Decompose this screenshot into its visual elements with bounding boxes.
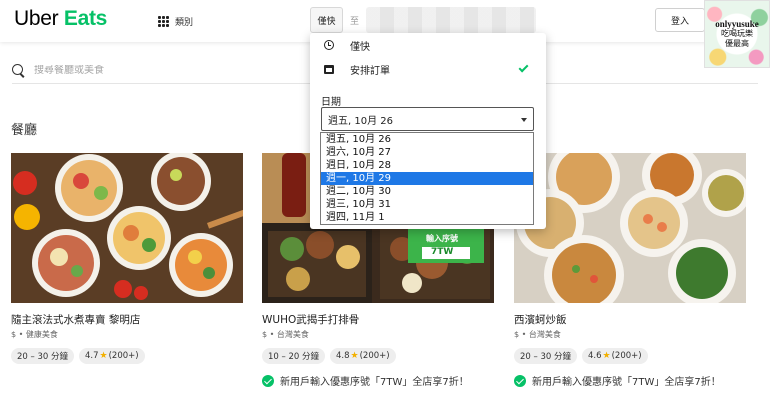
date-label: 日期 xyxy=(321,97,341,108)
logo-eats-text: Eats xyxy=(63,7,108,30)
review-count: (200+) xyxy=(108,351,139,361)
offer-line: 新用戶輸入優惠序號「7TW」全店享7折！ xyxy=(262,373,494,388)
uber-eats-logo[interactable]: Uber Eats xyxy=(14,7,107,31)
promo-overlay-title: 輸入序號 xyxy=(426,234,458,243)
restaurant-meta: 20 – 30 分鐘 4.7 ★ (200+) xyxy=(11,348,243,364)
food-bowls-image xyxy=(11,153,243,303)
watermark-line-3: 優最高 xyxy=(725,39,749,48)
restaurant-photo[interactable] xyxy=(514,153,746,303)
promo-overlay-code: 7TW xyxy=(431,247,454,257)
restaurant-meta: 20 – 30 分鐘 4.6 ★ (200+) xyxy=(514,348,746,364)
star-icon: ★ xyxy=(99,351,108,361)
rating-chip: 4.6 ★ (200+) xyxy=(582,348,648,364)
rating-value: 4.8 xyxy=(336,351,350,361)
date-option[interactable]: 週四, 11月 1 xyxy=(321,211,533,224)
clock-icon xyxy=(324,40,334,50)
category-button[interactable]: 類別 xyxy=(158,13,193,29)
date-options-list[interactable]: 週五, 10月 26 週六, 10月 27 週日, 10月 28 週一, 10月 29… xyxy=(320,132,534,225)
check-circle-icon xyxy=(262,374,274,387)
review-count: (200+) xyxy=(359,351,390,361)
restaurant-category: $ • 健康美食 xyxy=(11,330,58,339)
offer-line: 新用戶輸入優惠序號「7TW」全店享7折！ xyxy=(514,373,746,388)
restaurant-name[interactable]: WUHO武揭手打排骨 xyxy=(262,312,494,327)
restaurant-name[interactable]: 西濱蚵炒飯 xyxy=(514,312,746,327)
restaurant-name[interactable]: 隨主滾法式水煮專賣 黎明店 xyxy=(11,312,243,327)
option-schedule-order[interactable]: 安排訂單 xyxy=(324,60,532,78)
rating-value: 4.7 xyxy=(85,351,99,361)
restaurant-card[interactable]: 隨主滾法式水煮專賣 黎明店 $ • 健康美食 20 – 30 分鐘 4.7 ★ … xyxy=(11,153,243,364)
address-field-blurred[interactable] xyxy=(366,7,536,33)
star-icon: ★ xyxy=(350,351,359,361)
eta-chip: 20 – 30 分鐘 xyxy=(11,348,74,364)
star-icon: ★ xyxy=(602,351,611,361)
date-option[interactable]: 週六, 10月 27 xyxy=(321,146,533,159)
date-select-value: 週五, 10月 26 xyxy=(328,115,393,127)
restaurant-category: $ • 台灣美食 xyxy=(262,330,309,339)
eta-chip: 10 – 20 分鐘 xyxy=(262,348,325,364)
option-now-label: 僅快 xyxy=(350,41,370,53)
date-select[interactable]: 週五, 10月 26 xyxy=(321,107,534,131)
logo-uber-text: Uber xyxy=(14,7,59,30)
restaurant-photo[interactable] xyxy=(11,153,243,303)
eta-chip: 20 – 30 分鐘 xyxy=(514,348,577,364)
restaurant-category: $ • 台灣美食 xyxy=(514,330,561,339)
date-option[interactable]: 週一, 10月 29 xyxy=(321,172,533,185)
search-icon xyxy=(12,63,26,78)
watermark-line-2: 吃喝玩樂 xyxy=(721,29,753,38)
date-option[interactable]: 週三, 10月 31 xyxy=(321,198,533,211)
date-option[interactable]: 週二, 10月 30 xyxy=(321,185,533,198)
search-input[interactable] xyxy=(34,65,314,76)
restaurant-card[interactable]: 西濱蚵炒飯 $ • 台灣美食 20 – 30 分鐘 4.6 ★ (200+) 新… xyxy=(514,153,746,388)
review-count: (200+) xyxy=(611,351,642,361)
offer-text: 新用戶輸入優惠序號「7TW」全店享7折！ xyxy=(532,377,721,388)
watermark-line-1: onlyyusuke xyxy=(715,19,759,29)
check-circle-icon xyxy=(514,374,526,387)
delivery-time-button[interactable]: 僅快 xyxy=(310,7,343,33)
grid-icon xyxy=(158,15,169,27)
offer-text: 新用戶輸入優惠序號「7TW」全店享7折！ xyxy=(280,377,469,388)
rating-value: 4.6 xyxy=(588,351,602,361)
category-label: 類別 xyxy=(175,17,194,28)
section-title: 餐廳 xyxy=(11,123,38,138)
rating-chip: 4.7 ★ (200+) xyxy=(79,348,145,364)
to-label: 至 xyxy=(350,17,360,27)
date-option[interactable]: 週日, 10月 28 xyxy=(321,159,533,172)
restaurant-meta: 10 – 20 分鐘 4.8 ★ (200+) xyxy=(262,348,494,364)
checkmark-icon xyxy=(518,62,529,73)
rating-chip: 4.8 ★ (200+) xyxy=(330,348,396,364)
option-deliver-now[interactable]: 僅快 xyxy=(324,36,532,54)
caret-down-icon xyxy=(521,118,527,122)
calendar-icon xyxy=(324,64,334,74)
option-schedule-label: 安排訂單 xyxy=(350,65,390,77)
date-option[interactable]: 週五, 10月 26 xyxy=(321,133,533,146)
fried-rice-table-image xyxy=(514,153,746,303)
login-button[interactable]: 登入 xyxy=(655,8,705,32)
